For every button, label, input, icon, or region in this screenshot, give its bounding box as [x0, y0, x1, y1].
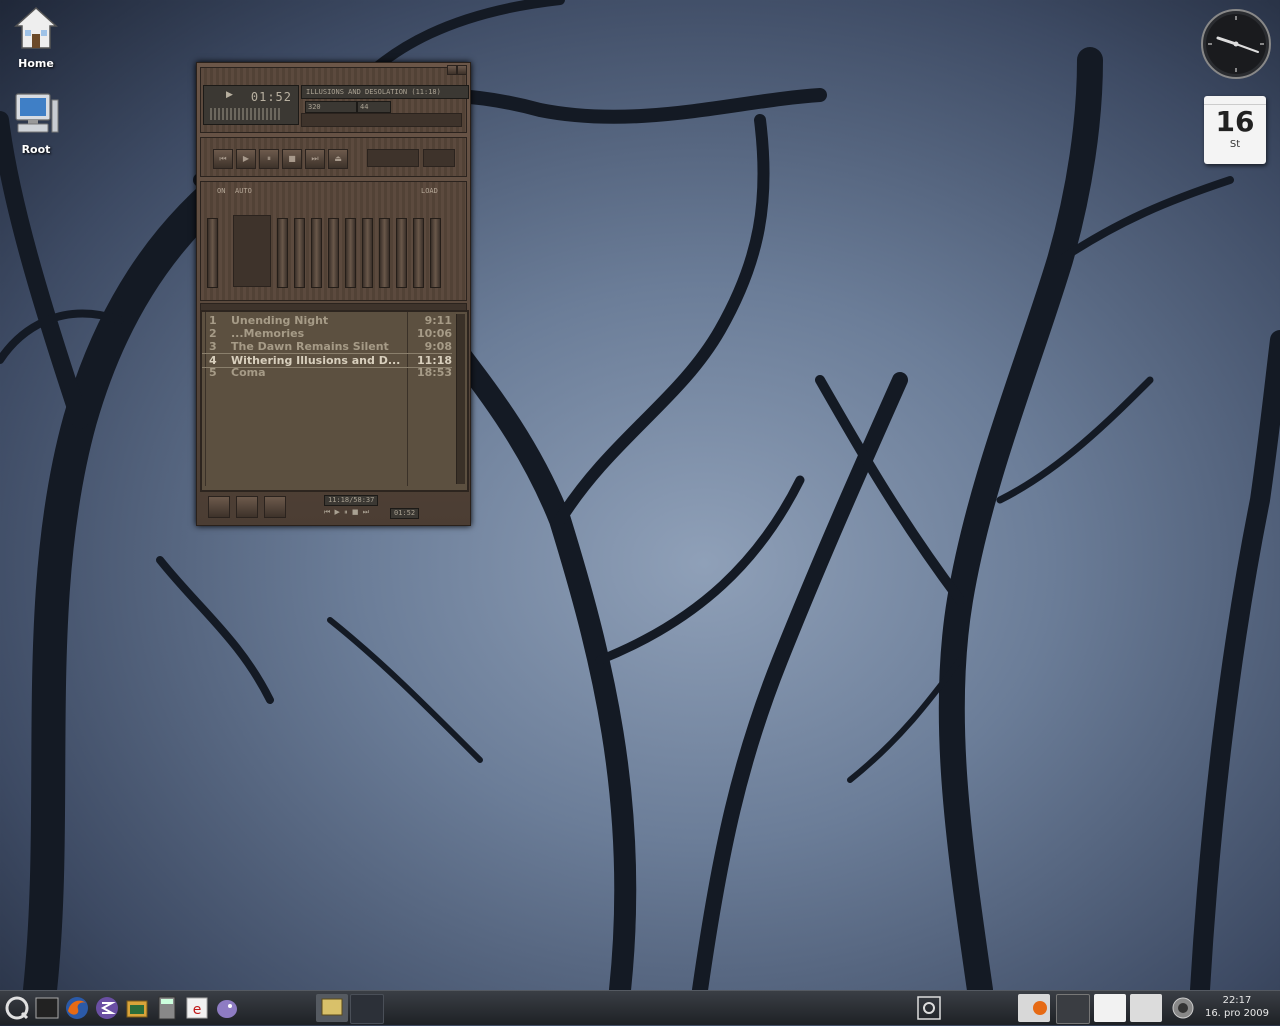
computer-icon	[15, 93, 59, 133]
playlist-track-row[interactable]: 3 The Dawn Remains Silent 9:08	[202, 340, 452, 353]
clock-date: 16. pro 2009	[1204, 1008, 1270, 1019]
track-duration: 18:53	[416, 366, 452, 379]
emacs-icon[interactable]	[94, 995, 120, 1021]
desktop-icon-home[interactable]: Home	[0, 4, 72, 70]
eq-preamp-slider[interactable]	[207, 218, 218, 288]
player-task-icon	[321, 998, 343, 1016]
calendar-widget[interactable]: 16 St	[1204, 96, 1266, 164]
playlist-elapsed-time: 01:52	[390, 508, 420, 519]
editor-icon[interactable]: e	[184, 995, 210, 1021]
taskbar-clock[interactable]: 22:17 16. pro 2009	[1202, 994, 1272, 1020]
pause-button[interactable]: ⏸	[259, 149, 279, 169]
pager-desktop-4[interactable]	[1130, 994, 1162, 1022]
elapsed-time: 01:52	[250, 90, 292, 104]
eq-band-slider[interactable]	[396, 218, 407, 288]
clock-time: 22:17	[1222, 995, 1252, 1006]
volume-slider[interactable]	[367, 149, 419, 167]
eq-band-slider[interactable]	[328, 218, 339, 288]
playlist-add-button[interactable]	[208, 496, 230, 518]
playlist-track-row[interactable]: 1 Unending Night 9:11	[202, 314, 452, 327]
track-number: 2	[209, 327, 217, 340]
playlist-track-row[interactable]: 5 Coma 18:53	[202, 366, 452, 379]
eq-band-slider[interactable]	[345, 218, 356, 288]
speaker-icon[interactable]	[1170, 995, 1196, 1021]
time-display: ▶ 01:52	[203, 85, 299, 125]
bitrate-display: 320	[305, 101, 357, 113]
eq-band-slider[interactable]	[430, 218, 441, 288]
track-title: ...Memories	[231, 327, 305, 340]
kde-menu-icon[interactable]	[4, 995, 30, 1021]
analog-clock-widget[interactable]	[1200, 8, 1272, 80]
eq-graph	[233, 215, 271, 287]
eq-auto-toggle[interactable]: AUTO	[235, 187, 252, 195]
track-duration: 10:06	[416, 327, 452, 340]
playlist[interactable]: 1 Unending Night 9:11 2 ...Memories 10:06 3 The…	[200, 310, 469, 492]
balance-slider[interactable]	[423, 149, 455, 167]
calculator-icon[interactable]	[154, 995, 180, 1021]
track-number: 5	[209, 366, 217, 379]
desktop-icon-label: Home	[18, 57, 54, 70]
track-marquee: ILLUSIONS AND DESOLATION (11:18)	[301, 85, 469, 99]
playlist-track-row[interactable]: 2 ...Memories 10:06	[202, 327, 452, 340]
next-button[interactable]: ⏭	[305, 149, 325, 169]
eq-band-slider[interactable]	[277, 218, 288, 288]
task-button-player[interactable]	[316, 994, 348, 1022]
stop-button[interactable]: ■	[282, 149, 302, 169]
playlist-remove-button[interactable]	[236, 496, 258, 518]
eq-presets-button[interactable]: LOAD	[421, 187, 438, 195]
desktop-icon-label: Root	[21, 143, 51, 156]
eq-band-slider[interactable]	[311, 218, 322, 288]
track-duration: 9:08	[424, 340, 452, 353]
playlist-scrollbar[interactable]	[456, 314, 465, 484]
firefox-icon[interactable]	[64, 995, 90, 1021]
track-number: 1	[209, 314, 217, 327]
close-button[interactable]	[457, 65, 467, 75]
svg-text:e: e	[193, 1002, 202, 1018]
eject-button[interactable]: ⏏	[328, 149, 348, 169]
playlist-select-button[interactable]	[264, 496, 286, 518]
desktop-icon-root[interactable]: Root	[0, 90, 72, 156]
minimize-button[interactable]	[447, 65, 457, 75]
previous-button[interactable]: ⏮	[213, 149, 233, 169]
eq-band-slider[interactable]	[379, 218, 390, 288]
track-title: Coma	[231, 366, 266, 379]
pager-desktop-2[interactable]	[1056, 994, 1090, 1024]
playlist-controls: 11:18/58:37 ⏮ ▶ ⏸ ■ ⏭ 01:52	[200, 492, 465, 522]
track-title: Unending Night	[231, 314, 329, 327]
samplerate-display: 44	[357, 101, 391, 113]
eq-on-toggle[interactable]: ON	[217, 187, 225, 195]
wallpaper-trees	[0, 0, 1280, 990]
system-tray-media-icon[interactable]	[916, 995, 942, 1021]
play-indicator-icon: ▶	[226, 90, 233, 100]
track-title: The Dawn Remains Silent	[231, 340, 389, 353]
spectrum-visualizer[interactable]	[210, 108, 280, 120]
eq-band-slider[interactable]	[294, 218, 305, 288]
pidgin-icon[interactable]	[214, 995, 240, 1021]
home-icon	[14, 6, 58, 49]
calendar-day: 16	[1215, 105, 1255, 138]
calendar-weekday: St	[1229, 139, 1241, 150]
pager-desktop-1[interactable]	[1018, 994, 1050, 1022]
playlist-total-time: 11:18/58:37	[324, 495, 379, 506]
taskbar: e 22:17 16. pro 2009	[0, 990, 1280, 1025]
file-manager-icon[interactable]	[124, 995, 150, 1021]
calendar-rings	[1204, 96, 1266, 105]
track-duration: 9:11	[424, 314, 452, 327]
play-button[interactable]: ▶	[236, 149, 256, 169]
eq-band-slider[interactable]	[362, 218, 373, 288]
seek-bar[interactable]	[301, 113, 462, 127]
terminal-icon[interactable]	[34, 995, 60, 1021]
task-button-empty[interactable]	[350, 994, 384, 1024]
firefox-icon	[1033, 1001, 1047, 1015]
track-number: 3	[209, 340, 217, 353]
pager-desktop-3[interactable]	[1094, 994, 1126, 1022]
eq-band-slider[interactable]	[413, 218, 424, 288]
playlist-mini-transport[interactable]: ⏮ ▶ ⏸ ■ ⏭	[324, 508, 370, 517]
